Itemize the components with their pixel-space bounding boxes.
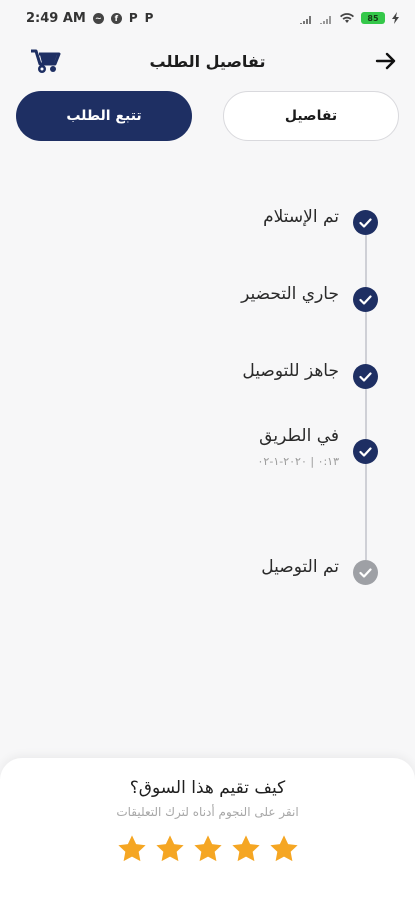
rating-stars (0, 833, 415, 865)
rating-subtitle: انقر على النجوم أدناه لترك التعليقات (116, 805, 299, 819)
step-ready-label: جاهز للتوصيل (242, 361, 339, 381)
timeline-connector (365, 389, 367, 439)
star-icon[interactable] (192, 833, 224, 865)
step-received-check-icon (353, 210, 378, 235)
rating-card: كيف تقيم هذا السوق؟ انقر على النجوم أدنا… (0, 758, 415, 900)
step-on-the-way-timestamp: ٠:١٣ | ٢٠٢٠-١-٠٢ (257, 455, 340, 468)
order-timeline: تم الإستلام جاري التحضير جاهز للتوصيل في… (0, 0, 415, 700)
step-delivered-check-icon (353, 560, 378, 585)
star-icon[interactable] (268, 833, 300, 865)
timeline-connector (365, 312, 367, 368)
step-on-the-way-label: في الطريق (259, 426, 339, 446)
step-ready-check-icon (353, 364, 378, 389)
step-received-label: تم الإستلام (263, 207, 339, 227)
step-on-the-way-check-icon (353, 439, 378, 464)
timeline-connector (365, 235, 367, 291)
star-icon[interactable] (230, 833, 262, 865)
star-icon[interactable] (154, 833, 186, 865)
timeline-connector (365, 463, 367, 560)
step-preparing-label: جاري التحضير (241, 284, 339, 304)
star-icon[interactable] (116, 833, 148, 865)
step-preparing-check-icon (353, 287, 378, 312)
step-delivered-label: تم التوصيل (261, 557, 339, 577)
rating-title: كيف تقيم هذا السوق؟ (129, 778, 286, 798)
